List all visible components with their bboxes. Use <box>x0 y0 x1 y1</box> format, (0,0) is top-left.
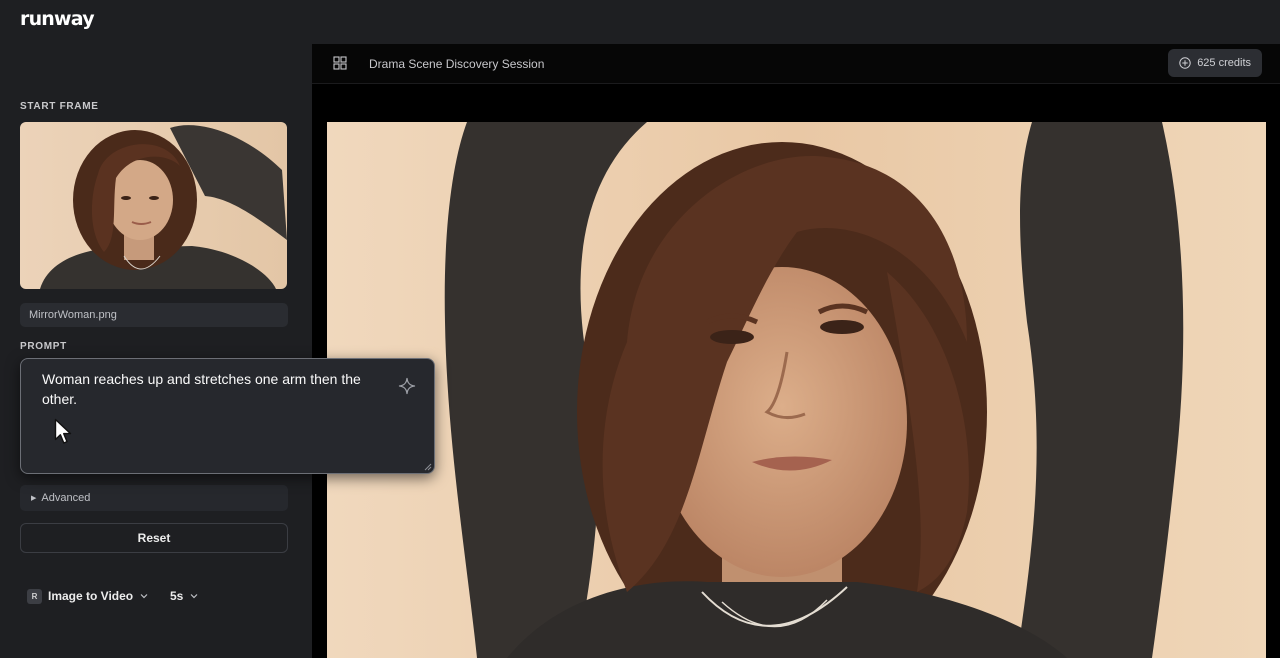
prompt-label: PROMPT <box>20 341 67 352</box>
resize-handle-icon[interactable] <box>423 462 432 471</box>
session-title[interactable]: Drama Scene Discovery Session <box>369 57 544 71</box>
grid-icon[interactable] <box>333 56 347 70</box>
runway-logo[interactable]: runway <box>20 8 95 30</box>
mode-label: Image to Video <box>48 589 134 603</box>
advanced-toggle[interactable]: ▶ Advanced <box>20 485 288 511</box>
mode-dropdown[interactable]: R Image to Video <box>27 587 149 605</box>
preview-image <box>327 122 1266 658</box>
start-frame-thumbnail[interactable] <box>20 122 287 289</box>
chevron-down-icon <box>190 594 198 599</box>
advanced-label: Advanced <box>41 492 91 504</box>
mouse-pointer-icon <box>54 418 72 444</box>
sidebar: START FRAME MirrorWoman.png PROMPT Woman… <box>0 44 435 658</box>
plus-circle-icon <box>1179 57 1191 69</box>
credits-label: 625 credits <box>1197 57 1251 69</box>
chevron-down-icon <box>140 594 148 599</box>
reset-button[interactable]: Reset <box>20 523 288 553</box>
file-name-chip[interactable]: MirrorWoman.png <box>20 303 288 327</box>
prompt-textarea[interactable]: Woman reaches up and stretches one arm t… <box>20 358 435 474</box>
top-bar: runway <box>0 0 1280 44</box>
main-header: Drama Scene Discovery Session 625 credit… <box>312 44 1280 84</box>
video-preview[interactable] <box>327 122 1266 658</box>
duration-dropdown[interactable]: 5s <box>170 587 199 605</box>
prompt-text[interactable]: Woman reaches up and stretches one arm t… <box>42 369 372 409</box>
triangle-right-icon: ▶ <box>31 495 37 502</box>
credits-button[interactable]: 625 credits <box>1168 49 1262 77</box>
model-badge: R <box>27 588 42 604</box>
sparkle-icon[interactable] <box>398 377 416 395</box>
duration-label: 5s <box>170 589 184 603</box>
start-frame-label: START FRAME <box>20 101 99 112</box>
